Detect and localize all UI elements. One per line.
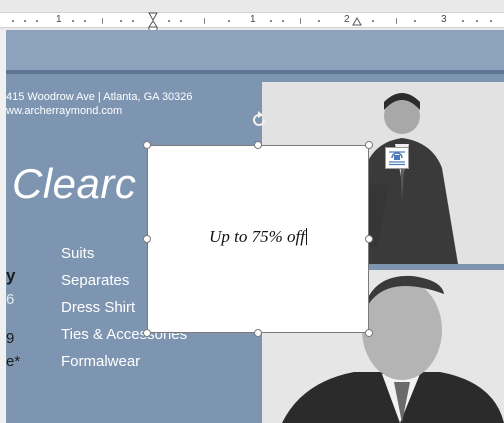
- ruler-tick: [132, 20, 134, 22]
- resize-handle-left[interactable]: [143, 235, 151, 243]
- textbox-content[interactable]: Up to 75% off: [148, 227, 368, 247]
- resize-handle-top[interactable]: [254, 141, 262, 149]
- textbox-text: Up to 75% off: [209, 227, 305, 246]
- ruler-label: 1: [56, 14, 62, 25]
- ruler-tick: [300, 18, 301, 24]
- ruler-strip: 1 1 2 3: [0, 12, 504, 28]
- ruler-tick: [270, 20, 272, 22]
- text-cursor: [305, 228, 307, 245]
- selected-text-box[interactable]: Up to 75% off: [147, 145, 369, 333]
- resize-handle-bottom[interactable]: [254, 329, 262, 337]
- left-text-fragment: 9: [6, 330, 15, 347]
- left-text-fragment: e*: [6, 353, 21, 370]
- clearance-headline[interactable]: Clearc: [12, 160, 136, 208]
- resize-handle-bottom-left[interactable]: [143, 329, 151, 337]
- horizontal-ruler[interactable]: 1 1 2 3: [0, 0, 504, 32]
- website-line: ww.archerraymond.com: [6, 105, 123, 117]
- ruler-tick: [414, 20, 416, 22]
- ruler-tick: [180, 20, 182, 22]
- ruler-tick: [24, 20, 26, 22]
- category-item[interactable]: Formalwear: [61, 352, 187, 379]
- ruler-tick: [102, 18, 103, 24]
- left-text-fragment: 6: [6, 291, 15, 308]
- ruler-tick: [120, 20, 122, 22]
- ruler-tick: [36, 20, 38, 22]
- ruler-tick: [462, 20, 464, 22]
- ruler-tick: [84, 20, 86, 22]
- ruler-tick: [228, 20, 230, 22]
- ruler-tick: [282, 20, 284, 22]
- ruler-label: 3: [441, 14, 447, 25]
- ruler-tick: [168, 20, 170, 22]
- indent-marker-icon[interactable]: [148, 12, 158, 32]
- flyer-divider: [6, 70, 504, 74]
- ruler-tick: [476, 20, 478, 22]
- ruler-tick: [490, 20, 492, 22]
- ruler-tick: [318, 20, 320, 22]
- resize-handle-right[interactable]: [365, 235, 373, 243]
- ruler-tick: [372, 20, 374, 22]
- ruler-tick: [204, 18, 205, 24]
- ruler-label: 2: [344, 14, 350, 25]
- address-line: 415 Woodrow Ave | Atlanta, GA 30326: [6, 91, 193, 103]
- ruler-label: 1: [250, 14, 256, 25]
- layout-options-button[interactable]: [385, 147, 409, 169]
- resize-handle-top-right[interactable]: [365, 141, 373, 149]
- rotate-icon[interactable]: [249, 110, 269, 130]
- ruler-tick: [12, 20, 14, 22]
- tab-stop-icon[interactable]: [352, 16, 362, 26]
- store-address[interactable]: 415 Woodrow Ave | Atlanta, GA 30326 ww.a…: [6, 90, 193, 118]
- left-text-fragment: y: [6, 266, 16, 285]
- resize-handle-bottom-right[interactable]: [365, 329, 373, 337]
- layout-options-icon: [389, 151, 405, 166]
- ruler-tick: [72, 20, 74, 22]
- flyer-header-band: [6, 30, 504, 70]
- resize-handle-top-left[interactable]: [143, 141, 151, 149]
- ruler-tick: [396, 18, 397, 24]
